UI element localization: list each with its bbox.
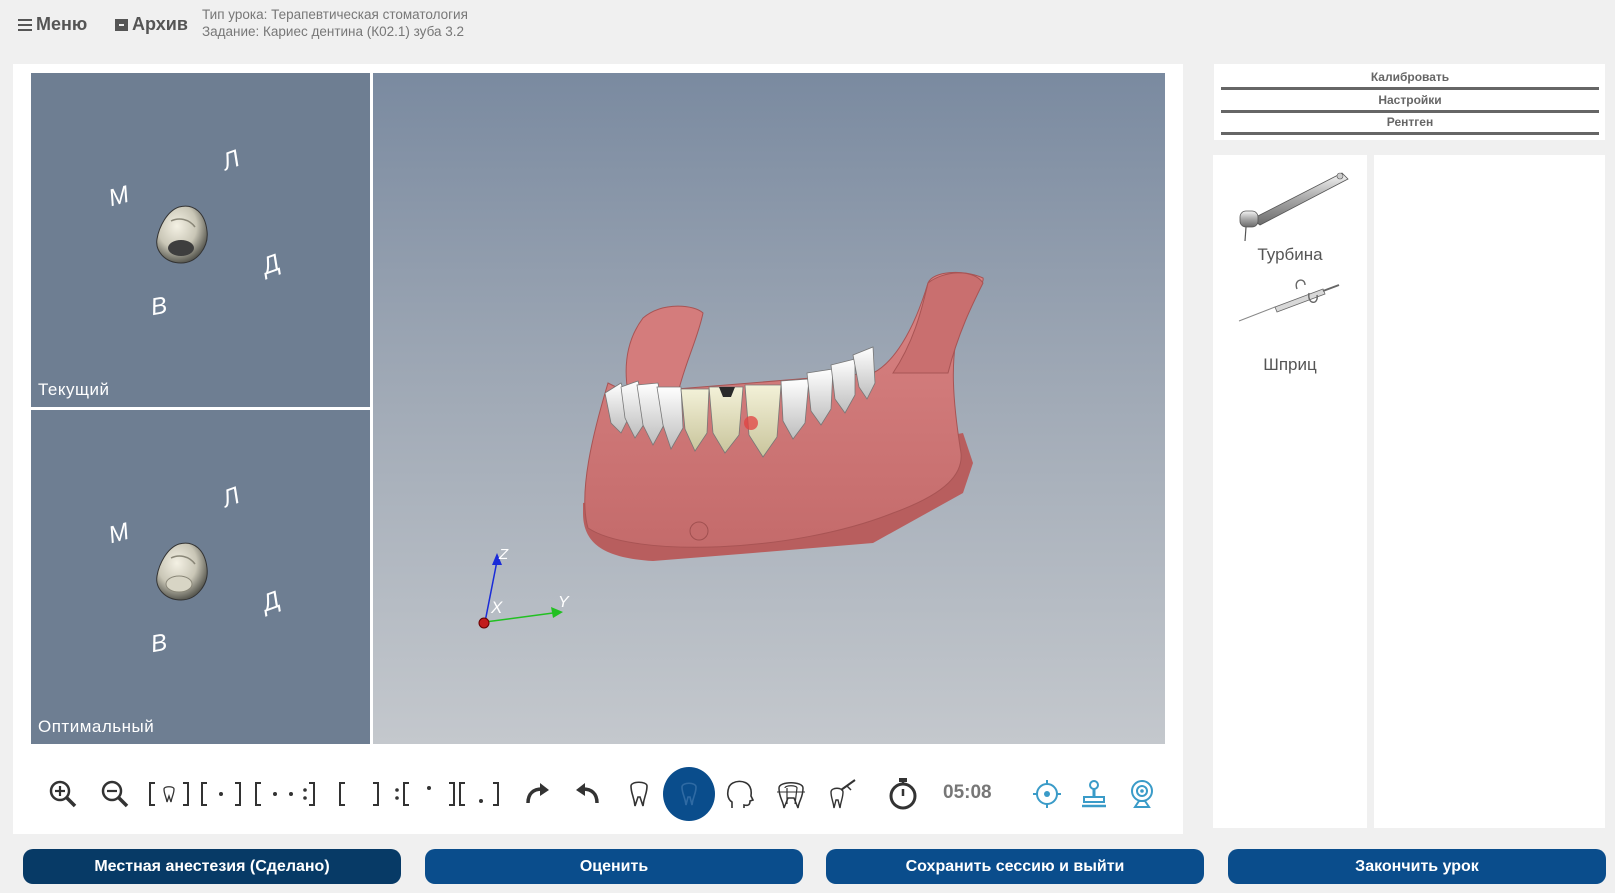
stamp-button[interactable] (1076, 754, 1112, 834)
toolbar: 05:08 (13, 754, 1183, 834)
current-view[interactable]: Л М Д В Текущий (31, 73, 370, 407)
lesson-task: Задание: Кариес дентина (К02.1) зуба 3.2 (202, 24, 465, 39)
tooth-view-button[interactable] (621, 754, 657, 834)
view-frame-dots-button[interactable] (249, 754, 321, 834)
stopwatch-icon (889, 778, 917, 810)
view-frame-dot-low-button[interactable] (453, 754, 505, 834)
axis-y-label: Y (558, 594, 570, 611)
main-3d-view[interactable]: X Z Y (373, 73, 1165, 744)
direction-distal: Д (258, 585, 284, 618)
frame-dots-icon (255, 782, 315, 806)
view-frame-tooth-button[interactable] (145, 754, 193, 834)
view-frame-empty-button[interactable] (333, 754, 385, 834)
local-anesthesia-button[interactable]: Местная анестезия (Сделано) (23, 849, 401, 884)
frame-tooth-icon (149, 782, 189, 806)
webcam-icon (1131, 780, 1153, 808)
hamburger-icon (18, 18, 32, 31)
timer-button[interactable] (885, 754, 921, 834)
view-frame-dots-alt-button[interactable] (389, 754, 461, 834)
redo-button[interactable] (519, 754, 555, 834)
direction-distal: Д (258, 248, 284, 281)
axis-x-label: X (490, 598, 503, 617)
xray-button[interactable]: Рентген (1221, 113, 1599, 135)
head-icon (726, 780, 754, 808)
archive-label: Архив (132, 14, 188, 34)
direction-vestibular: В (148, 291, 170, 322)
syringe-icon (1238, 279, 1340, 322)
turbine-handpiece-icon (1239, 172, 1349, 242)
tooth-tool-icon (830, 779, 856, 809)
webcam-button[interactable] (1124, 754, 1160, 834)
frame-dot-low-icon (459, 782, 499, 806)
head-view-button[interactable] (721, 754, 757, 834)
lesson-info: Тип урока: Терапевтическая стоматология … (202, 6, 468, 40)
tool-turbine-label: Турбина (1257, 245, 1323, 264)
target-button[interactable] (1029, 754, 1065, 834)
direction-lingual: Л (218, 482, 244, 514)
lesson-type: Тип урока: Терапевтическая стоматология (202, 7, 468, 22)
undo-button[interactable] (570, 754, 606, 834)
settings-button[interactable]: Настройки (1221, 91, 1599, 113)
timer-display: 05:08 (943, 782, 992, 803)
frame-dots-alt-icon (395, 782, 455, 806)
optimal-view[interactable]: Л М Д В Оптимальный (31, 410, 370, 744)
archive-icon (115, 18, 128, 31)
undo-icon (576, 783, 599, 804)
zoom-out-icon (101, 780, 129, 808)
tooth-section-button[interactable] (771, 754, 811, 834)
zoom-in-icon (49, 780, 77, 808)
tools-panel: Турбина Шприц (1213, 155, 1367, 828)
tool-syringe[interactable] (1213, 275, 1367, 365)
direction-lingual: Л (218, 145, 244, 177)
zoom-in-button[interactable] (45, 754, 81, 834)
jaw-model: X Z Y (478, 271, 984, 629)
optimal-view-label: Оптимальный (38, 717, 155, 736)
direction-vestibular: В (148, 628, 170, 659)
tooth-active-button[interactable] (663, 754, 715, 834)
tooth-section-icon (777, 782, 805, 809)
tooth-tool-button[interactable] (823, 754, 863, 834)
direction-mesial: М (105, 517, 133, 550)
direction-mesial: М (105, 180, 133, 213)
redo-icon (526, 783, 549, 804)
tooth-icon (630, 781, 648, 807)
side-actions: Калибровать Настройки Рентген (1214, 64, 1605, 140)
stamp-icon (1082, 780, 1106, 808)
tooth-occlusal-current (156, 205, 208, 264)
finish-lesson-button[interactable]: Закончить урок (1228, 849, 1606, 884)
axis-z-label: Z (498, 546, 509, 563)
frame-empty-icon (339, 782, 379, 806)
top-bar: Меню Архив Тип урока: Терапевтическая ст… (0, 0, 1615, 58)
current-view-label: Текущий (38, 380, 110, 399)
zoom-out-button[interactable] (97, 754, 133, 834)
archive-button[interactable]: Архив (115, 14, 188, 35)
frame-dot-icon (201, 782, 241, 806)
target-icon (1033, 780, 1061, 808)
tooth-active-icon (681, 782, 697, 806)
calibrate-button[interactable]: Калибровать (1221, 68, 1599, 90)
properties-panel (1374, 155, 1605, 828)
menu-button[interactable]: Меню (18, 14, 87, 35)
evaluate-button[interactable]: Оценить (425, 849, 803, 884)
menu-label: Меню (36, 14, 88, 34)
tooth-occlusal-optimal (156, 542, 208, 601)
main-panel: Л М Д В Текущий Л М Д В Оптимальный X Z … (13, 64, 1183, 834)
view-frame-dot-button[interactable] (197, 754, 245, 834)
tool-syringe-label: Шприц (1263, 355, 1317, 374)
save-session-exit-button[interactable]: Сохранить сессию и выйти (826, 849, 1204, 884)
